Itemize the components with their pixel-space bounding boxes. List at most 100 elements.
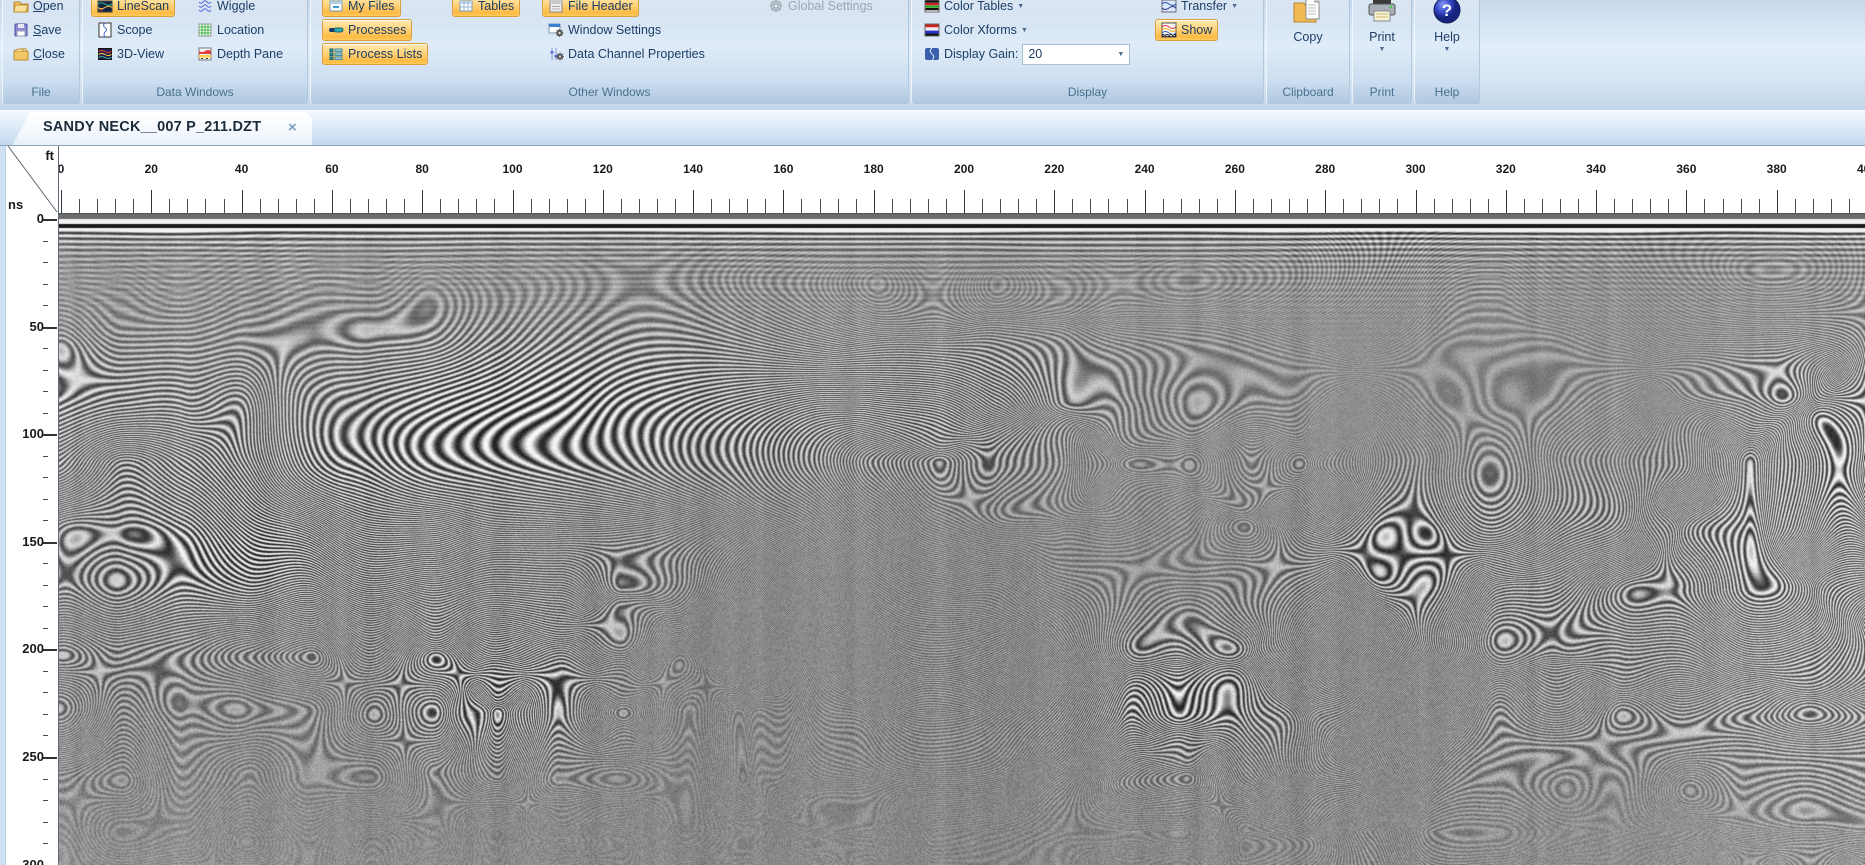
chevron-down-icon[interactable]: ▼ (1117, 51, 1124, 58)
x-minor-tick (639, 199, 640, 213)
y-minor-tick (43, 671, 48, 672)
y-minor-tick (43, 822, 48, 823)
y-minor-tick (43, 628, 48, 629)
file-header-button[interactable]: File Header (542, 0, 639, 17)
wiggle-button[interactable]: Wiggle (191, 0, 261, 17)
scope-icon (97, 22, 113, 38)
x-tick-label: 160 (773, 162, 793, 176)
show-button[interactable]: Show (1155, 19, 1218, 41)
y-minor-tick (43, 499, 48, 500)
depth-pane-icon (197, 46, 213, 62)
data-channel-properties-button[interactable]: Data Channel Properties (542, 43, 711, 65)
x-major-tick (61, 190, 62, 213)
process-lists-icon (328, 46, 344, 62)
ribbon-group-file: Open Save Close File (2, 0, 80, 104)
x-minor-tick (1759, 199, 1760, 213)
y-minor-tick (43, 520, 48, 521)
x-tick-label: 100 (502, 162, 522, 176)
color-xforms-button[interactable]: Color Xforms ▼ (918, 19, 1034, 41)
x-minor-tick (1723, 199, 1724, 213)
save-button[interactable]: Save (7, 19, 68, 41)
x-tick-label: 140 (683, 162, 703, 176)
chevron-down-icon[interactable]: ▼ (1444, 46, 1451, 53)
chevron-down-icon[interactable]: ▼ (1231, 3, 1238, 10)
x-minor-tick (115, 199, 116, 213)
process-lists-button[interactable]: Process Lists (322, 43, 428, 65)
x-minor-tick (1307, 199, 1308, 213)
x-minor-tick (1379, 199, 1380, 213)
print-button[interactable]: Print ▼ (1353, 0, 1411, 53)
x-tick-label: 0 (58, 162, 64, 176)
x-major-tick (242, 190, 243, 213)
data-channel-properties-icon (548, 46, 564, 62)
x-minor-tick (1813, 199, 1814, 213)
ribbon-group-data-windows: LineScan Scope 3D-View (82, 0, 308, 104)
x-minor-tick (1614, 199, 1615, 213)
x-major-tick (151, 190, 152, 213)
processes-icon (328, 22, 344, 38)
x-tick-label: 280 (1315, 162, 1335, 176)
y-minor-tick (43, 305, 48, 306)
document-tab[interactable]: SANDY NECK__007 P_211.DZT × (12, 112, 312, 146)
open-button[interactable]: Open (7, 0, 70, 17)
color-xforms-icon (924, 22, 940, 38)
x-minor-tick (856, 199, 857, 213)
global-settings-button[interactable]: Global Settings (762, 0, 879, 17)
y-minor-tick (43, 348, 48, 349)
x-major-tick (1235, 190, 1236, 213)
x-minor-tick (982, 199, 983, 213)
radargram-canvas[interactable] (59, 213, 1865, 865)
display-gain-value: 20 (1028, 47, 1042, 61)
x-major-tick (1777, 190, 1778, 213)
chevron-down-icon[interactable]: ▼ (1021, 27, 1028, 34)
location-button[interactable]: Location (191, 19, 270, 41)
x-minor-tick (1668, 199, 1669, 213)
my-files-button[interactable]: My Files (322, 0, 401, 17)
close-button[interactable]: Close (7, 43, 71, 65)
depth-pane-button[interactable]: Depth Pane (191, 43, 289, 65)
y-tick-label: 50 (12, 319, 44, 334)
x-minor-tick (1542, 199, 1543, 213)
location-grid-icon (197, 22, 213, 38)
window-settings-button[interactable]: Window Settings (542, 19, 667, 41)
tables-button[interactable]: Tables (452, 0, 520, 17)
transfer-icon (1161, 0, 1177, 14)
x-tick-label: 120 (593, 162, 613, 176)
x-tick-label: 380 (1767, 162, 1787, 176)
file-header-icon (548, 0, 564, 14)
x-minor-tick (278, 199, 279, 213)
x-minor-tick (946, 199, 947, 213)
y-minor-tick (43, 714, 48, 715)
x-minor-tick (1181, 199, 1182, 213)
chevron-down-icon[interactable]: ▼ (1379, 46, 1386, 53)
linescan-button[interactable]: LineScan (91, 0, 175, 17)
y-minor-tick (43, 779, 48, 780)
x-major-tick (513, 190, 514, 213)
3d-view-icon (97, 46, 113, 62)
y-minor-tick (43, 284, 48, 285)
transfer-button[interactable]: Transfer ▼ (1155, 0, 1244, 17)
copy-button[interactable]: Copy (1267, 0, 1349, 44)
processes-button[interactable]: Processes (322, 19, 412, 41)
x-minor-tick (928, 199, 929, 213)
ribbon-groups: Open Save Close File (0, 0, 1865, 104)
x-minor-tick (458, 199, 459, 213)
x-tick-label: 40 (235, 162, 248, 176)
chevron-down-icon[interactable]: ▼ (1017, 3, 1024, 10)
x-minor-tick (97, 199, 98, 213)
x-tick-label: 240 (1135, 162, 1155, 176)
close-icon[interactable]: × (288, 119, 297, 137)
x-minor-tick (1560, 199, 1561, 213)
scope-button[interactable]: Scope (91, 19, 158, 41)
x-minor-tick (1452, 199, 1453, 213)
color-tables-button[interactable]: Color Tables ▼ (918, 0, 1030, 17)
window-settings-icon (548, 22, 564, 38)
y-tick-label: 100 (12, 426, 44, 441)
display-gain-combobox[interactable]: 20 ▼ (1022, 44, 1130, 65)
group-label-clipboard: Clipboard (1267, 85, 1349, 99)
3d-view-button[interactable]: 3D-View (91, 43, 170, 65)
help-button[interactable]: ? Help ▼ (1415, 0, 1479, 53)
x-minor-tick (549, 199, 550, 213)
x-minor-tick (747, 199, 748, 213)
vertical-ruler-ns: ft ns 050100150200250300 (5, 146, 58, 865)
